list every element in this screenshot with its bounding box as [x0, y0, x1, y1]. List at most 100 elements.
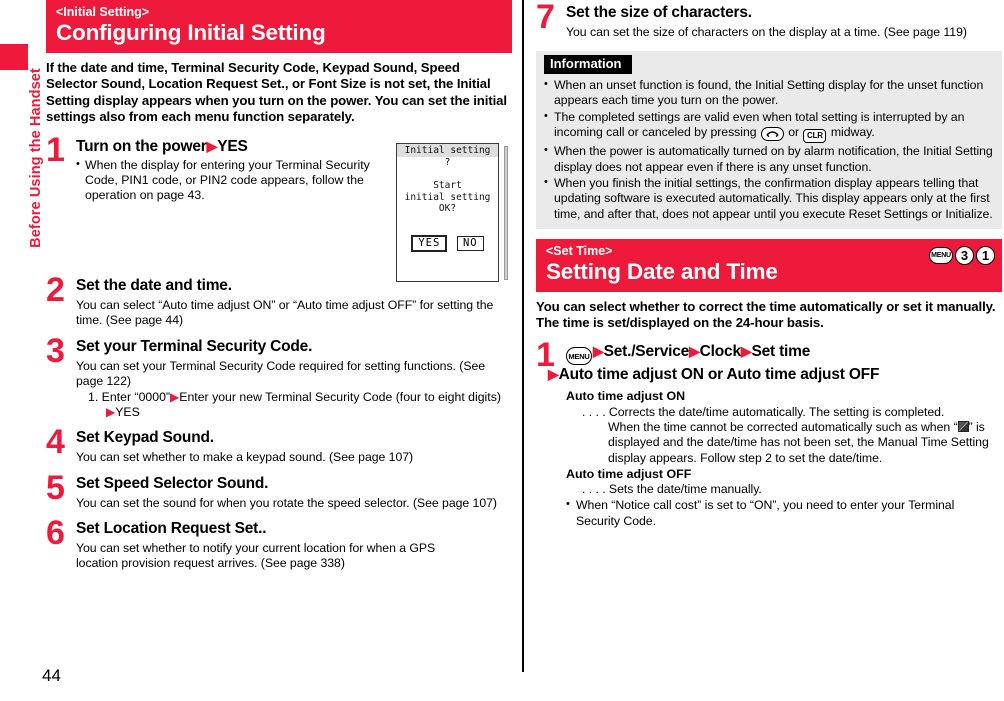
ordered-part-a: 1. Enter “0000”: [88, 390, 171, 405]
step-heading-line-2: ▶Auto time adjust ON or Auto time adjust…: [548, 365, 1002, 384]
phone-display-mockup: Initial setting ? Start initial setting …: [396, 143, 508, 285]
information-item-text-a: The completed settings are valid even wh…: [554, 109, 965, 139]
menu-key-sequence: MENU 3 1: [929, 245, 995, 265]
detail-line-auto-off-1: . . . . Sets the date/time manually.: [582, 482, 762, 497]
menu-key-icon[interactable]: MENU: [566, 347, 592, 366]
phone-bezel: [504, 146, 508, 280]
step-heading: Set Location Request Set..: [76, 519, 267, 537]
information-item: When an unset function is found, the Ini…: [544, 77, 994, 108]
phone-screen-message: Start initial setting OK?: [397, 180, 498, 215]
step-4: 4 Set Keypad Sound. You can set whether …: [46, 425, 512, 465]
step-bullet: When the display for entering your Termi…: [76, 157, 386, 204]
step-number: 6: [46, 513, 65, 552]
step-heading-item-1: Clock: [699, 342, 741, 360]
phone-screen-titlebar: Initial setting: [397, 144, 498, 157]
step-heading-line-2-text: Auto time adjust ON or Auto time adjust …: [558, 366, 880, 384]
intro-paragraph: If the date and time, Terminal Security …: [46, 60, 507, 125]
step-3: 3 Set your Terminal Security Code. You c…: [46, 334, 512, 421]
step-body: You can set the sound for when you rotat…: [76, 495, 497, 510]
information-item: When you finish the initial settings, th…: [544, 175, 994, 222]
no-signal-icon: [957, 421, 969, 433]
chapter-tab: Before Using the Handset: [0, 0, 44, 701]
information-box: Information When an unset function is fo…: [536, 51, 1002, 229]
arrow-icon: ▶: [206, 137, 218, 154]
arrow-icon: ▶: [689, 342, 700, 359]
intro-paragraph: You can select whether to correct the ti…: [536, 298, 996, 331]
numeric-key-1-icon: 1: [976, 245, 995, 265]
step-ordered-item: 1. Enter “0000”▶Enter your new Terminal …: [76, 390, 512, 420]
detail-line-auto-on-4: display appears. Follow step 2 to set th…: [608, 450, 883, 465]
arrow-icon: ▶: [106, 405, 116, 420]
step-5: 5 Set Speed Selector Sound. You can set …: [46, 471, 512, 511]
banner-subtitle: <Set Time>: [546, 243, 613, 258]
detail-title-auto-on: Auto time adjust ON: [566, 389, 686, 404]
step-body: You can set whether to notify your curre…: [76, 540, 436, 571]
phone-screen: Initial setting ? Start initial setting …: [396, 143, 499, 282]
step-heading: Set Keypad Sound.: [76, 429, 214, 447]
information-item: The completed settings are valid even wh…: [544, 109, 994, 143]
column-divider: [522, 0, 524, 672]
step-body: You can set the size of characters on th…: [566, 25, 967, 39]
step-number: 4: [46, 423, 65, 462]
arrow-icon: ▶: [170, 390, 180, 405]
end-call-key-icon: [760, 126, 784, 141]
banner-title: Setting Date and Time: [546, 258, 778, 284]
chapter-tab-label: Before Using the Handset: [28, 68, 44, 248]
step-heading: Set your Terminal Security Code.: [76, 337, 313, 355]
step-body: You can set whether to make a keypad sou…: [76, 450, 414, 465]
banner-title: Configuring Initial Setting: [56, 20, 326, 45]
detail-bullet-notice-call-cost: When “Notice call cost” is set to “ON”, …: [566, 497, 996, 528]
phone-message-line-1: Start: [433, 180, 462, 191]
step-7: 7 Set the size of characters. You can se…: [536, 0, 1002, 40]
section-banner-initial-setting: <Initial Setting> Configuring Initial Se…: [46, 0, 512, 53]
arrow-icon: ▶: [740, 342, 752, 359]
step-number: 5: [46, 468, 65, 507]
phone-choice-yes[interactable]: YES: [411, 234, 448, 252]
arrow-icon: ▶: [593, 342, 604, 359]
step-number: 1: [46, 130, 65, 169]
page-number: 44: [42, 666, 61, 685]
step-heading-item-0: Set./Service: [603, 342, 690, 360]
section-banner-set-time: <Set Time> Setting Date and Time MENU 3 …: [536, 238, 1002, 292]
step-heading-part-b: YES: [217, 137, 248, 155]
step-body: You can set your Terminal Security Code …: [76, 358, 486, 388]
step-heading-item-2: Set time: [751, 342, 811, 360]
ordered-part-c-row: ▶YES: [88, 405, 512, 420]
detail-title-auto-off: Auto time adjust OFF: [566, 466, 692, 481]
clr-key-icon: CLR: [803, 128, 827, 143]
banner-subtitle: <Initial Setting>: [56, 5, 150, 19]
phone-screen-choices: YES NO: [397, 231, 498, 255]
step-heading: Set the size of characters.: [566, 4, 752, 21]
step-number: 2: [46, 271, 65, 310]
information-item: When the power is automatically turned o…: [544, 143, 994, 174]
right-column: 7 Set the size of characters. You can se…: [536, 0, 1002, 529]
detail-text-b: ” is: [968, 420, 985, 435]
step-number: 3: [46, 331, 65, 370]
step-heading: MENU ▶Set./Service▶Clock▶Set time: [566, 342, 1002, 366]
chapter-tab-block: [0, 44, 28, 70]
information-box-label: Information: [544, 55, 632, 75]
detail-line-auto-on-2: When the time cannot be corrected automa…: [566, 420, 1002, 435]
step-body: You can select “Auto time adjust ON” or …: [76, 298, 494, 328]
detail-text-a: When the time cannot be corrected automa…: [608, 420, 958, 435]
information-item-mid: or: [784, 124, 803, 139]
information-list: When an unset function is found, the Ini…: [544, 77, 994, 222]
step-heading-part-a: Turn on the power: [76, 137, 207, 155]
phone-message-line-3: OK?: [438, 203, 457, 214]
phone-screen-questionmark: ?: [444, 157, 451, 168]
menu-key-icon: MENU: [929, 246, 953, 264]
ordered-part-b: Enter your new Terminal Security Code (f…: [179, 390, 501, 405]
detail-line-auto-on-3: displayed and the date/time has not been…: [608, 435, 989, 450]
phone-choice-no[interactable]: NO: [456, 235, 484, 251]
ordered-part-c: YES: [115, 405, 140, 420]
step-number: 1: [536, 335, 555, 374]
step-1-set-time: 1 MENU ▶Set./Service▶Clock▶Set time ▶Auto…: [536, 338, 1002, 529]
step-number: 7: [536, 0, 555, 36]
step-6: 6 Set Location Request Set.. You can set…: [46, 516, 512, 571]
detail-line-auto-on-1: . . . . Corrects the date/time automatic…: [582, 404, 945, 419]
step-heading: Set Speed Selector Sound.: [76, 474, 269, 492]
phone-message-line-2: initial setting: [404, 191, 491, 203]
left-column: <Initial Setting> Configuring Initial Se…: [46, 0, 512, 571]
numeric-key-3-icon: 3: [955, 245, 974, 265]
information-item-text-b: midway.: [827, 124, 875, 139]
